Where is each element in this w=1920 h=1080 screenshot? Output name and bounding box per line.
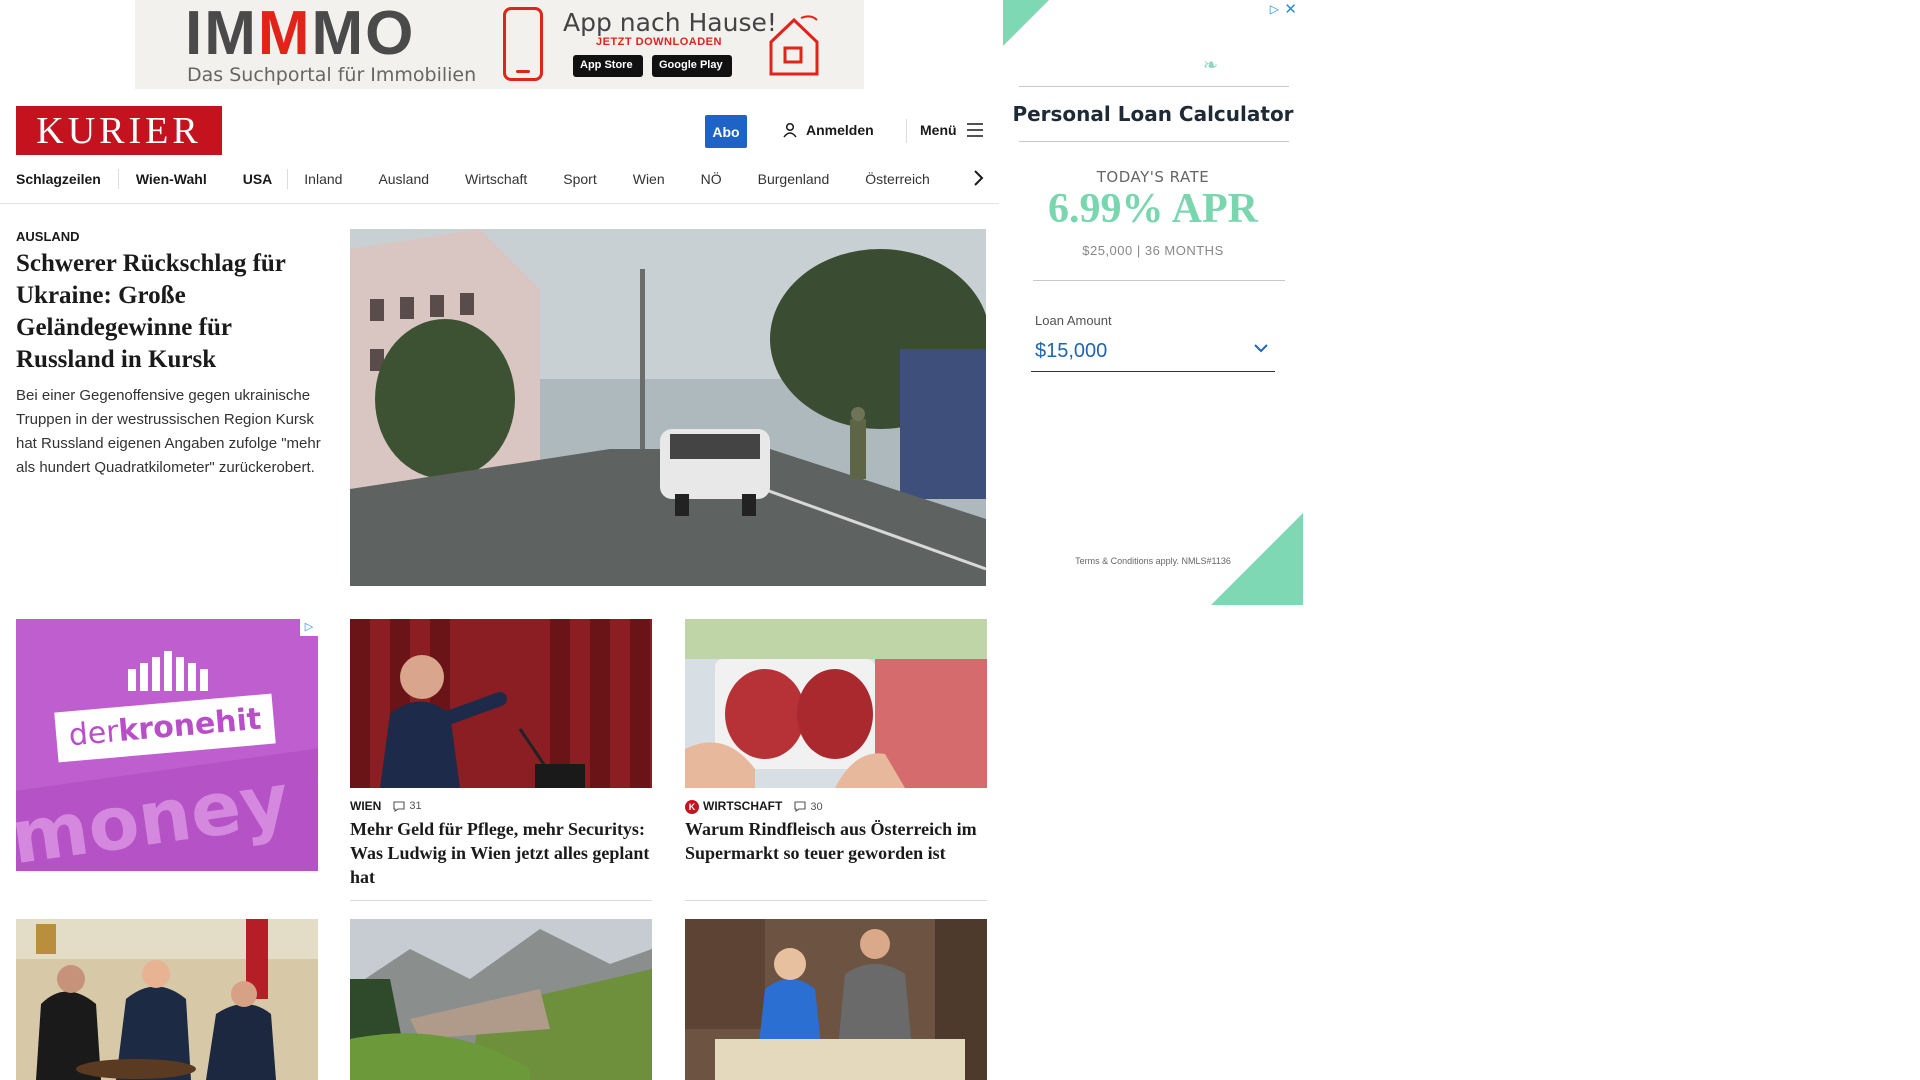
leaf-icon: ❧ — [1203, 55, 1219, 75]
comment-icon — [393, 800, 405, 812]
rate-value: 6.99% APR — [1048, 186, 1258, 232]
card-image-wirtschaft[interactable] — [685, 619, 987, 788]
loan-calculator-ad[interactable]: ▷ ✕ ❧ Personal Loan Calculator TODAY'S R… — [1003, 0, 1303, 605]
lead-image[interactable] — [350, 229, 986, 586]
card-category[interactable]: K WIRTSCHAFT — [685, 799, 782, 814]
nav-divider-line — [0, 203, 999, 204]
comment-icon — [794, 801, 806, 812]
divider — [1019, 86, 1289, 87]
app-store-badge[interactable]: App Store — [573, 55, 643, 77]
ad-app-title: App nach Hause! — [563, 8, 777, 37]
nav-divider — [117, 169, 119, 189]
ad-corner-decoration — [1211, 513, 1303, 605]
card-headline[interactable]: Warum Rindfleisch aus Österreich im Supe… — [685, 817, 987, 865]
nav-item-usa[interactable]: USA — [243, 171, 273, 187]
ad-title: Personal Loan Calculator — [1012, 102, 1294, 126]
nav-item-wien-wahl[interactable]: Wien-Wahl — [136, 171, 207, 187]
adchoices-icon[interactable]: ▷ — [1270, 2, 1279, 16]
lead-headline[interactable]: Schwerer Rückschlag für Ukraine: Große G… — [16, 248, 324, 376]
close-icon[interactable]: ✕ — [1284, 0, 1297, 18]
kurier-k-icon: K — [685, 800, 699, 814]
card-meta: WIEN 31 — [350, 799, 422, 813]
immmo-logo: IMMMO — [185, 0, 416, 68]
login-label: Anmelden — [806, 122, 874, 138]
card-headline[interactable]: Mehr Geld für Pflege, mehr Securitys: Wa… — [350, 817, 652, 889]
kronehit-logo: derkronehit — [54, 693, 276, 763]
menu-label: Menü — [920, 122, 957, 138]
lead-category[interactable]: AUSLAND — [16, 229, 80, 244]
card-divider — [685, 900, 987, 901]
kronehit-ad[interactable]: money m derkronehit ▷ — [16, 619, 318, 871]
phone-icon — [503, 7, 543, 81]
loan-amount-label: Loan Amount — [1035, 313, 1112, 328]
adchoices-icon[interactable]: ▷ — [300, 619, 318, 636]
ad-tagline: Das Suchportal für Immobilien — [187, 64, 477, 86]
abo-button[interactable]: Abo — [705, 115, 747, 148]
kurier-logo[interactable]: KURIER — [16, 106, 222, 155]
nav-item-schlagzeilen[interactable]: Schlagzeilen — [16, 171, 101, 187]
category-nav: Schlagzeilen Wien-Wahl USA Inland Auslan… — [16, 168, 930, 190]
rate-label: TODAY'S RATE — [1096, 168, 1210, 186]
card-divider — [350, 900, 652, 901]
menu-button[interactable]: Menü — [920, 122, 983, 138]
nav-item-inland[interactable]: Inland — [304, 171, 342, 187]
loan-amount-select[interactable]: $15,000 — [1031, 332, 1275, 372]
loan-amount-value: $15,000 — [1035, 340, 1108, 362]
card-image-landscape[interactable] — [350, 919, 652, 1080]
ad-cta: JETZT DOWNLOADEN — [596, 36, 722, 48]
lead-teaser[interactable]: Bei einer Gegenoffensive gegen ukrainisc… — [16, 384, 321, 480]
user-icon — [783, 122, 797, 138]
card-image-oval-office[interactable] — [16, 919, 318, 1080]
comment-count-value: 31 — [409, 800, 422, 812]
nav-item-wirtschaft[interactable]: Wirtschaft — [465, 171, 527, 187]
card-image-baking[interactable] — [685, 919, 987, 1080]
chevron-down-icon — [1254, 344, 1268, 353]
comment-count[interactable]: 30 — [794, 800, 823, 813]
rate-subtext: $25,000 | 36 MONTHS — [1082, 243, 1224, 258]
comment-count-value: 30 — [810, 800, 823, 813]
login-button[interactable]: Anmelden — [782, 122, 874, 138]
ad-corner-decoration — [1003, 0, 1049, 46]
house-icon — [769, 15, 819, 76]
comment-count[interactable]: 31 — [393, 800, 422, 812]
google-play-badge[interactable]: Google Play — [652, 55, 732, 77]
nav-item-ausland[interactable]: Ausland — [378, 171, 429, 187]
card-image-wien[interactable] — [350, 619, 652, 788]
header-divider — [906, 119, 907, 143]
nav-item-oesterreich[interactable]: Österreich — [865, 171, 930, 187]
nav-divider — [287, 169, 289, 189]
card-category[interactable]: WIEN — [350, 799, 381, 813]
chevron-right-icon[interactable] — [972, 169, 984, 187]
nav-item-burgenland[interactable]: Burgenland — [758, 171, 830, 187]
nav-item-noe[interactable]: NÖ — [701, 171, 722, 187]
divider — [1019, 141, 1289, 142]
divider — [1033, 280, 1285, 281]
hamburger-icon — [966, 123, 983, 137]
nav-item-wien[interactable]: Wien — [633, 171, 665, 187]
card-meta: K WIRTSCHAFT 30 — [685, 799, 823, 814]
nav-item-sport[interactable]: Sport — [563, 171, 596, 187]
crown-icon — [128, 651, 208, 691]
top-ad-banner[interactable]: IMMMO Das Suchportal für Immobilien App … — [135, 0, 864, 89]
